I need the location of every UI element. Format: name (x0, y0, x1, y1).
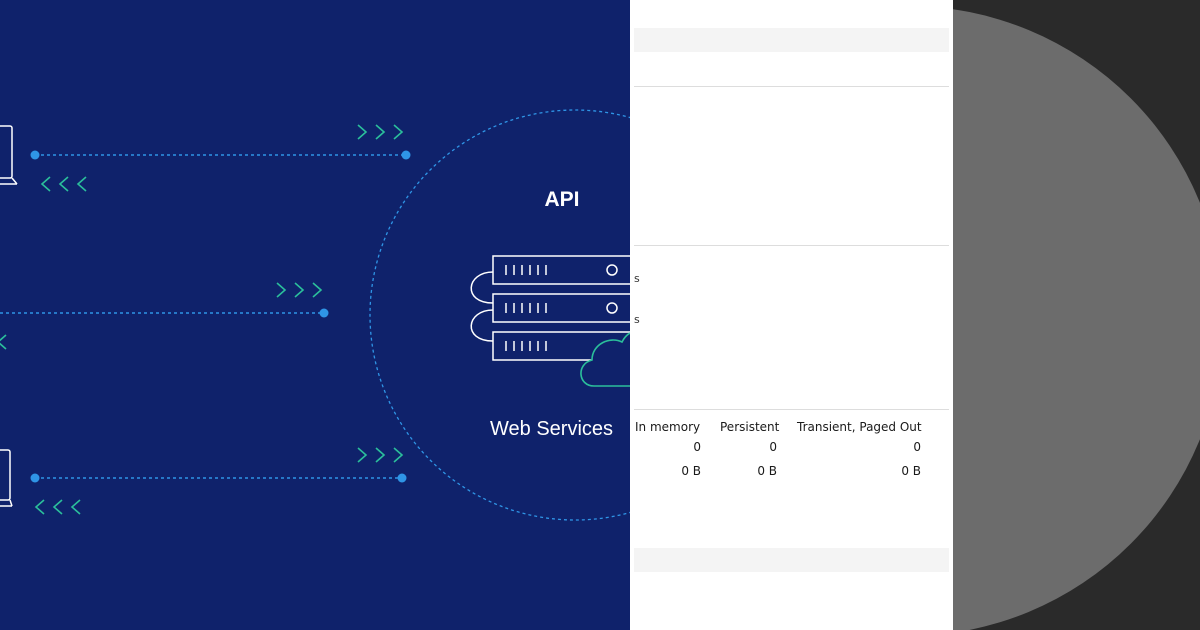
column-header-persistent: Persistent (720, 420, 780, 434)
arrow-left-icon (40, 176, 51, 192)
decorative-disc (953, 6, 1200, 630)
row-label-fragment: s (634, 272, 640, 285)
connection-middle (0, 282, 329, 350)
laptop-icon (0, 125, 18, 185)
api-diagram (0, 109, 630, 521)
table-cell: 0 B (757, 464, 777, 478)
header-band (634, 28, 949, 52)
column-header-transient: Transient, Paged Out (797, 420, 922, 434)
connection-top (30, 124, 411, 192)
memory-stats-panel: s s In memory Persistent Transient, Page… (630, 0, 953, 630)
arrow-right-icon (357, 124, 368, 140)
api-boundary-circle (369, 109, 630, 521)
divider (634, 86, 949, 87)
table-cell: 0 B (901, 464, 921, 478)
footer-band (634, 548, 949, 572)
column-header-in-memory: In memory (635, 420, 701, 434)
divider (634, 409, 949, 410)
api-title: API (544, 188, 580, 211)
decorative-backdrop (953, 0, 1200, 630)
table-cell: 0 B (681, 464, 701, 478)
table-cell: 0 (913, 440, 921, 454)
table-cell: 0 (769, 440, 777, 454)
table-cell: 0 (693, 440, 701, 454)
web-services-caption: Web Services (490, 418, 614, 440)
row-label-fragment: s (634, 313, 640, 326)
cloud-icon (580, 332, 630, 387)
connection-bottom (30, 447, 407, 515)
laptop-icon (0, 449, 13, 507)
api-illustration-panel: API Web Services (0, 0, 630, 630)
divider (634, 245, 949, 246)
